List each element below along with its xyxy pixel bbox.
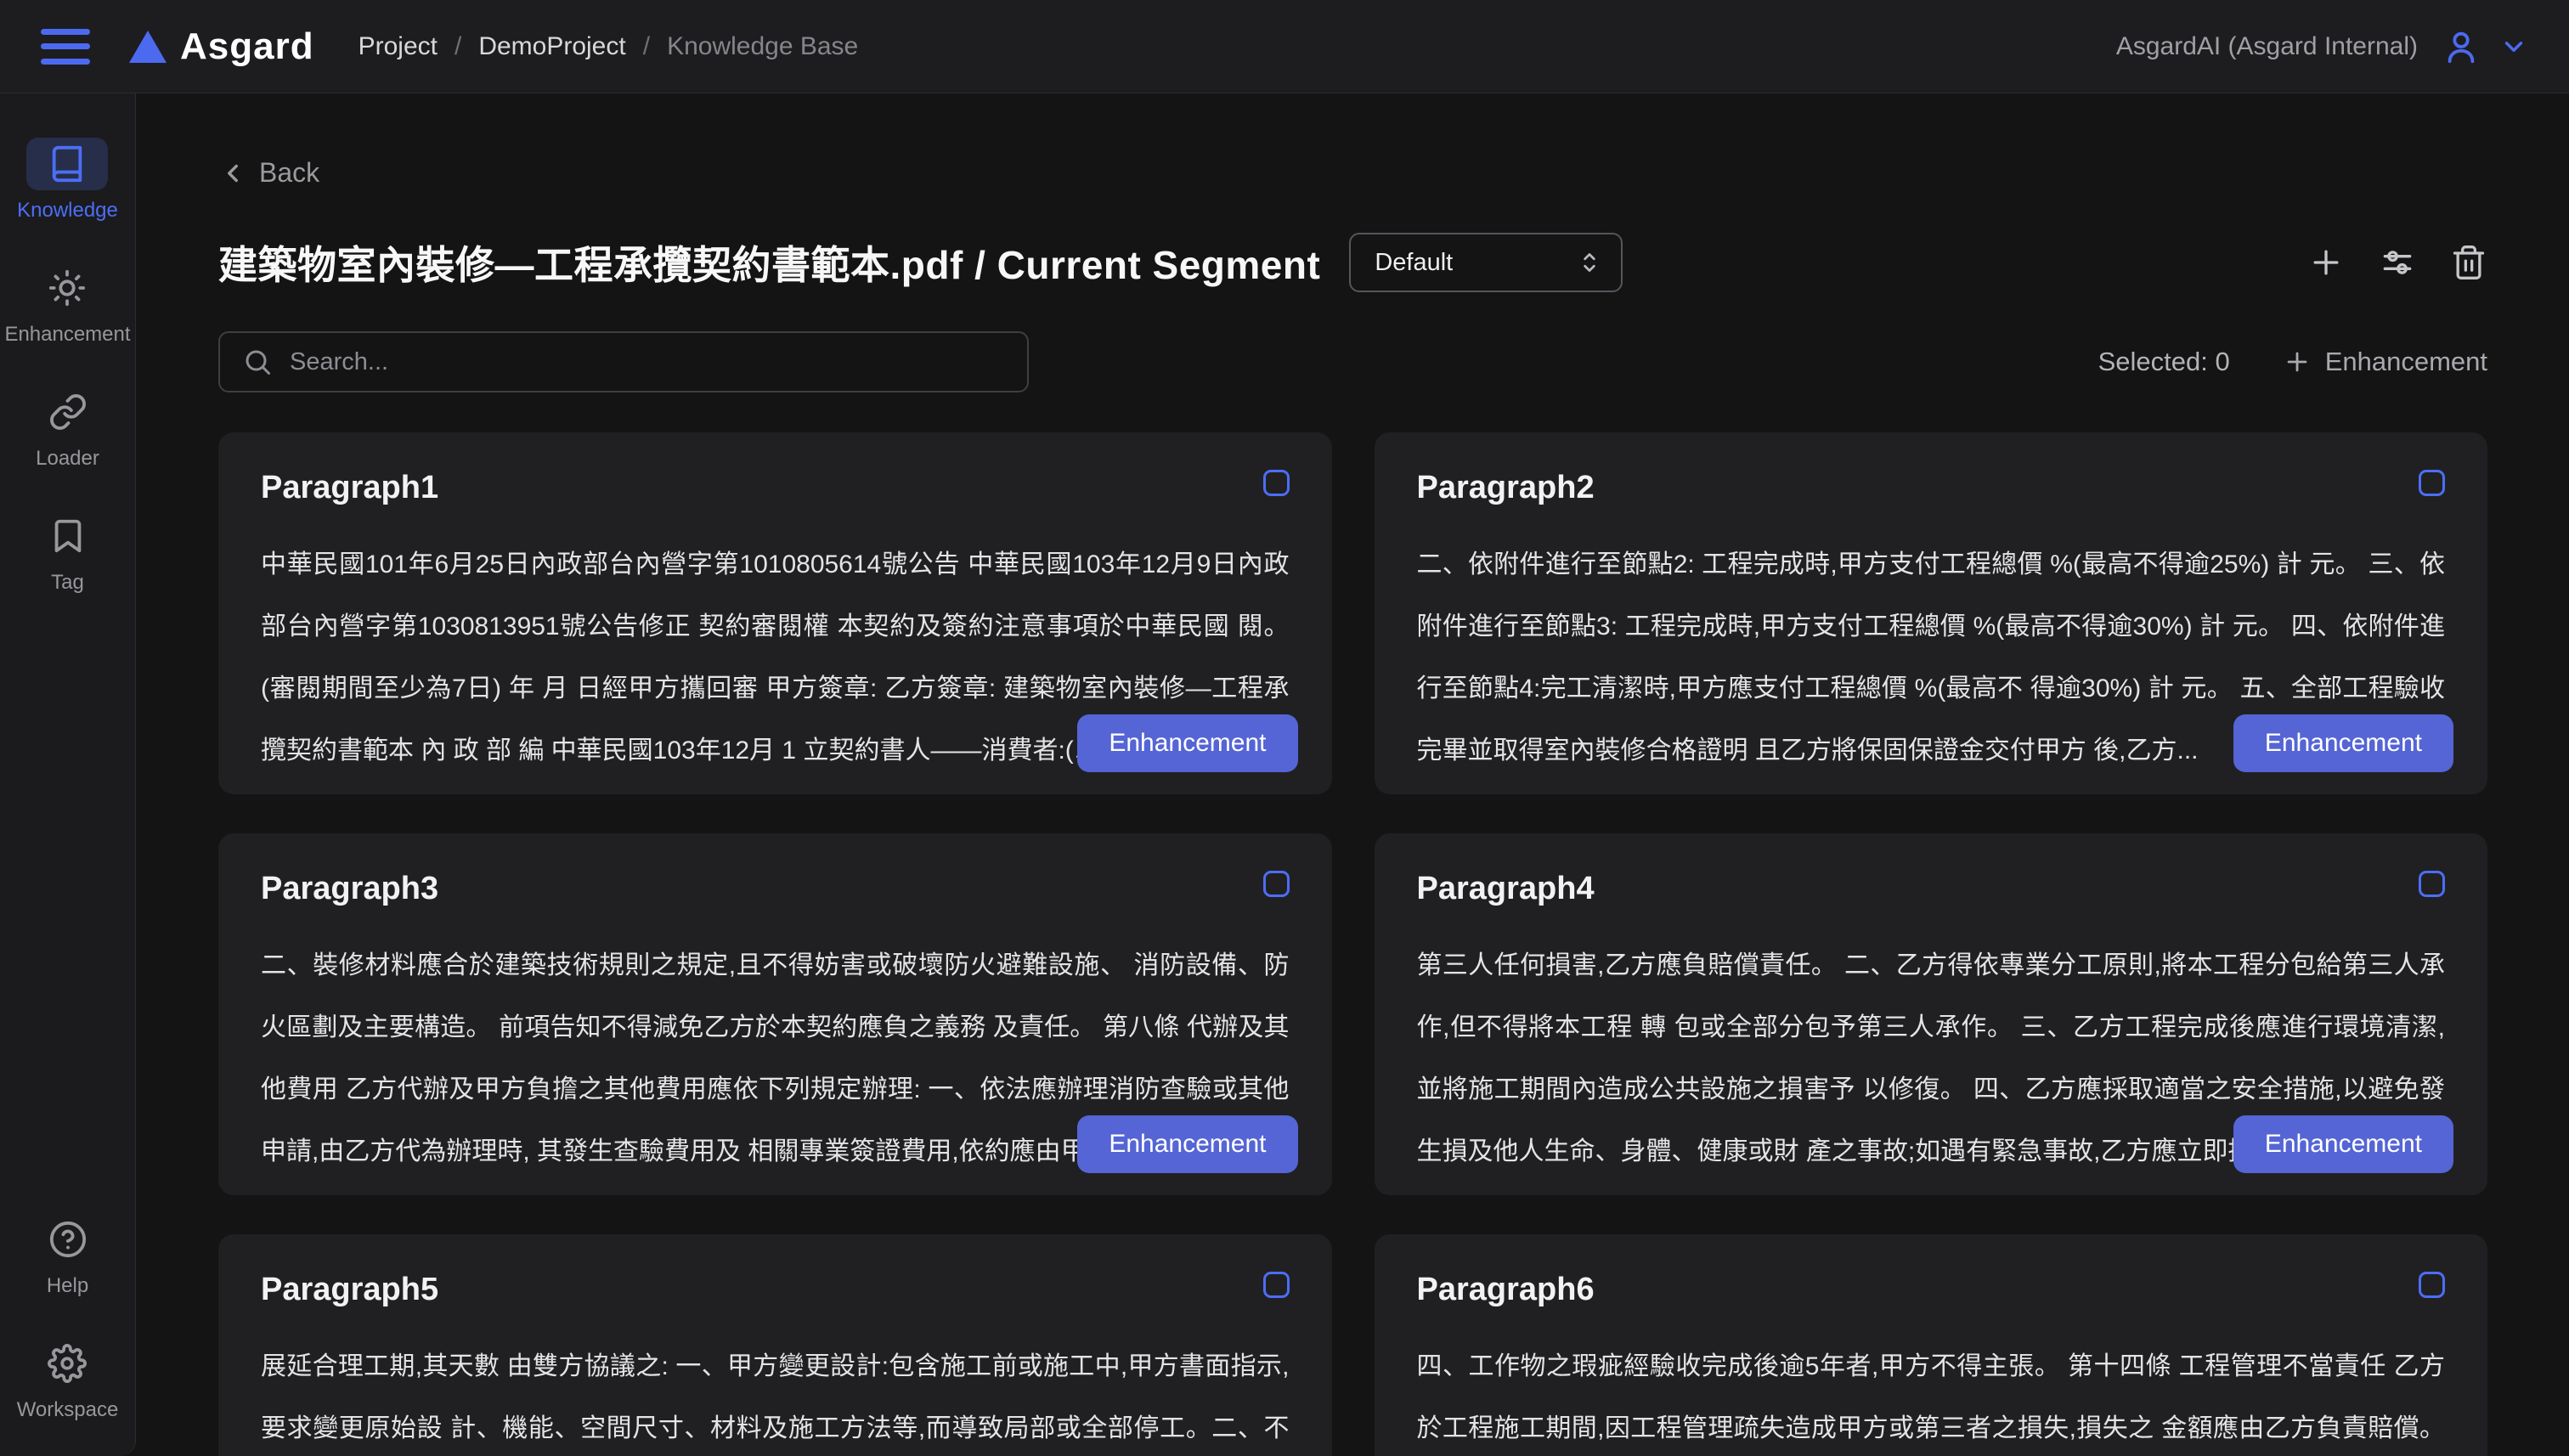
selected-count: Selected: 0 — [2098, 347, 2230, 377]
navbar-right: AsgardAI (Asgard Internal) — [2116, 27, 2528, 66]
add-segment-button[interactable] — [2307, 244, 2345, 281]
sidebar-item-label: Loader — [36, 447, 99, 471]
page-title: 建築物室內裝修—工程承攬契約書範本.pdf / Current Segment — [218, 234, 1320, 291]
select-updown-icon — [1578, 248, 1601, 277]
chevron-down-icon[interactable] — [2499, 32, 2528, 61]
sidebar-item-label: Tag — [51, 571, 84, 595]
card-checkbox[interactable] — [2419, 1272, 2445, 1298]
help-circle-icon — [48, 1220, 88, 1259]
sidebar-item-label: Knowledge — [17, 199, 118, 223]
segment-card-paragraph4: Paragraph4 第三人任何損害,乙方應負賠償責任。 二、乙方得依專業分工原… — [1375, 833, 2488, 1195]
bookmark-icon — [48, 516, 88, 556]
breadcrumb-demoproject[interactable]: DemoProject — [478, 32, 625, 61]
back-button[interactable]: Back — [218, 157, 319, 189]
breadcrumb-knowledge-base: Knowledge Base — [667, 32, 858, 61]
card-title: Paragraph6 — [1417, 1272, 2446, 1308]
segment-select[interactable]: Default — [1349, 233, 1623, 292]
card-checkbox[interactable] — [2419, 470, 2445, 496]
card-text: 展延合理工期,其天數 由雙方協議之: 一、甲方變更設計:包含施工前或施工中,甲方… — [261, 1335, 1290, 1456]
search-icon — [242, 347, 273, 377]
breadcrumb: Project / DemoProject / Knowledge Base — [359, 32, 859, 61]
enhancement-button[interactable]: Enhancement — [2233, 714, 2453, 772]
sun-icon — [48, 268, 87, 308]
breadcrumb-project[interactable]: Project — [359, 32, 438, 61]
card-checkbox[interactable] — [2419, 871, 2445, 897]
logo-triangle-icon — [129, 31, 167, 63]
sidebar-item-enhancement[interactable]: Enhancement — [4, 262, 130, 347]
link-icon — [48, 392, 88, 432]
segment-cards-grid: Paragraph1 中華民國101年6月25日內政部台內營字第10108056… — [218, 432, 2487, 1456]
sidebar-item-label: Workspace — [17, 1398, 119, 1422]
sidebar: Knowledge Enhancement Loader Tag — [0, 93, 136, 1456]
segment-card-paragraph2: Paragraph2 二、依附件進行至節點2: 工程完成時,甲方支付工程總價 %… — [1375, 432, 2488, 794]
sidebar-item-workspace[interactable]: Workspace — [17, 1337, 119, 1422]
sidebar-item-tag[interactable]: Tag — [27, 510, 109, 595]
hamburger-menu-icon[interactable] — [41, 29, 90, 65]
card-title: Paragraph5 — [261, 1272, 1290, 1308]
chevron-left-icon — [218, 159, 247, 188]
breadcrumb-separator: / — [643, 32, 650, 61]
sliders-filter-button[interactable] — [2379, 244, 2416, 281]
segment-card-paragraph3: Paragraph3 二、裝修材料應合於建築技術規則之規定,且不得妨害或破壞防火… — [218, 833, 1332, 1195]
gear-icon — [48, 1344, 87, 1383]
breadcrumb-separator: / — [455, 32, 461, 61]
enhancement-button[interactable]: Enhancement — [2233, 1115, 2453, 1173]
card-checkbox[interactable] — [1263, 470, 1290, 496]
segment-select-value: Default — [1375, 249, 1578, 277]
add-enhancement-label: Enhancement — [2325, 347, 2487, 377]
card-title: Paragraph2 — [1417, 470, 2446, 506]
enhancement-button[interactable]: Enhancement — [1077, 714, 1297, 772]
card-checkbox[interactable] — [1263, 871, 1290, 897]
card-text: 四、工作物之瑕疵經驗收完成後逾5年者,甲方不得主張。 第十四條 工程管理不當責任… — [1417, 1335, 2446, 1456]
card-title: Paragraph4 — [1417, 871, 2446, 907]
main-content: Back 建築物室內裝修—工程承攬契約書範本.pdf / Current Seg… — [136, 93, 2569, 1456]
segment-card-paragraph1: Paragraph1 中華民國101年6月25日內政部台內營字第10108056… — [218, 432, 1332, 794]
user-icon[interactable] — [2442, 27, 2481, 66]
top-navbar: Asgard Project / DemoProject / Knowledge… — [0, 0, 2569, 93]
sidebar-item-knowledge[interactable]: Knowledge — [17, 138, 118, 223]
card-title: Paragraph1 — [261, 470, 1290, 506]
back-label: Back — [259, 157, 319, 189]
plus-icon — [2283, 347, 2312, 376]
segment-card-paragraph5: Paragraph5 展延合理工期,其天數 由雙方協議之: 一、甲方變更設計:包… — [218, 1234, 1332, 1456]
enhancement-button[interactable]: Enhancement — [1077, 1115, 1297, 1173]
sidebar-item-label: Help — [47, 1274, 88, 1298]
sidebar-item-loader[interactable]: Loader — [27, 386, 109, 471]
card-title: Paragraph3 — [261, 871, 1290, 907]
trash-button[interactable] — [2450, 244, 2487, 281]
book-icon — [48, 144, 87, 183]
app-window: Asgard Project / DemoProject / Knowledge… — [0, 0, 2569, 1456]
add-enhancement-button[interactable]: Enhancement — [2283, 347, 2487, 377]
segment-card-paragraph6: Paragraph6 四、工作物之瑕疵經驗收完成後逾5年者,甲方不得主張。 第十… — [1375, 1234, 2488, 1456]
search-input[interactable] — [290, 348, 1005, 376]
card-checkbox[interactable] — [1263, 1272, 1290, 1298]
sidebar-item-help[interactable]: Help — [27, 1213, 109, 1298]
account-name: AsgardAI (Asgard Internal) — [2116, 32, 2418, 61]
brand-logo[interactable]: Asgard — [129, 25, 314, 68]
search-box — [218, 331, 1029, 392]
brand-name: Asgard — [180, 25, 314, 68]
sidebar-item-label: Enhancement — [4, 323, 130, 347]
